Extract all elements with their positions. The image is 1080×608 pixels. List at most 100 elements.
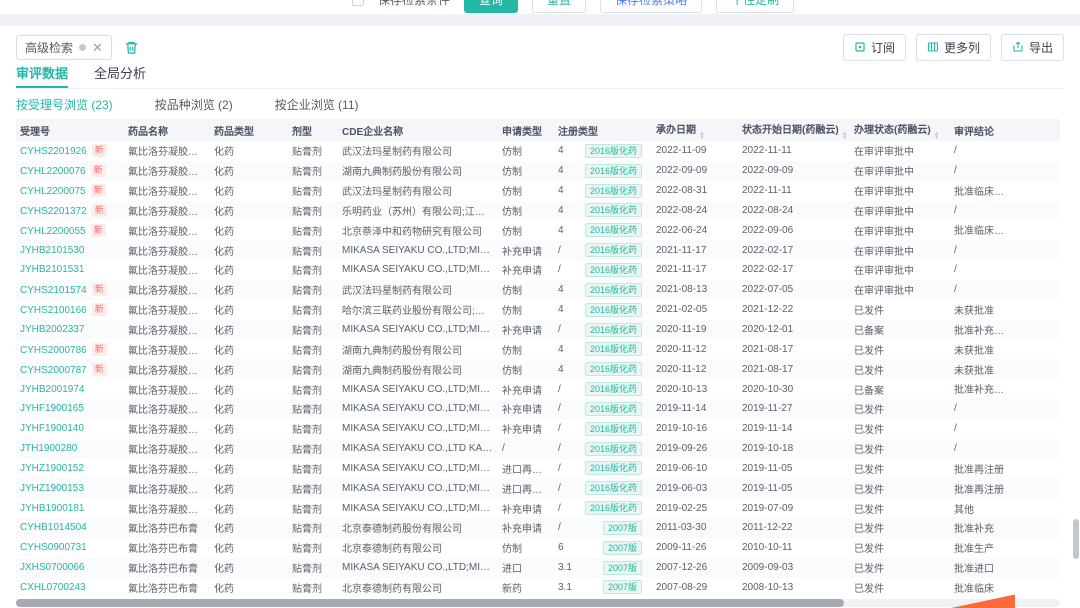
acceptance-number-link[interactable]: JYHB2101530 [20,245,85,256]
acceptance-number-link[interactable]: CYHS2100166 [20,305,87,316]
registration-version-badge: 2016版化药 [585,263,642,277]
cell-company: 北京泰德制药有限公司 [338,578,498,598]
acceptance-number-link[interactable]: CYHB1014504 [20,522,87,533]
cell-id: JTH1900280 [16,439,124,459]
registration-class: / [558,423,584,434]
table-row: CYHL2200055新氟比洛芬凝胶贴膏化药贴膏剂北京萘泽中和药物研究有限公司仿… [16,220,1060,240]
cell-dosage_form: 贴膏剂 [288,240,338,260]
customize-button[interactable]: 个性定制 [716,0,794,13]
sort-icon[interactable]: ▲▼ [699,132,705,140]
acceptance-number-link[interactable]: CYHS2000787 [20,365,87,376]
column-header-accept_date[interactable]: 承办日期▲▼ [652,119,738,141]
columns-icon [927,41,939,53]
acceptance-number-link[interactable]: JYHZ1900152 [20,463,84,474]
cell-reg_type: /2016版化药 [554,379,652,399]
cell-reg_type: /2016版化药 [554,498,652,518]
acceptance-number-link[interactable]: CYHL2200055 [20,226,86,237]
acceptance-number-link[interactable]: JXHS0700066 [20,562,85,573]
cell-apply_type: 补充申请 [498,399,554,419]
new-badge: 新 [92,144,107,157]
more-columns-button[interactable]: 更多列 [916,34,991,61]
export-button[interactable]: 导出 [1001,34,1064,61]
acceptance-number-link[interactable]: JYHB2101531 [20,264,85,275]
registration-class: / [558,483,584,494]
acceptance-number-link[interactable]: CYHS2101574 [20,285,87,296]
acceptance-number-link[interactable]: CYHS2000786 [20,345,87,356]
main-tabs: 审评数据 全局分析 [16,63,1064,89]
conclusion-badge[interactable]: 直接行政审批 [998,384,1060,397]
registration-version-badge: 2016版化药 [585,283,642,297]
cell-company: MIKASA SEIYAKU CO.,LTD;MIKASA SEIYAK... [338,419,498,439]
subtab-by-acceptance-number[interactable]: 按受理号浏览 (23) [16,96,113,116]
acceptance-number-link[interactable]: JYHB2002337 [20,324,85,335]
save-strategy-button[interactable]: 保存检索策略 [600,0,702,13]
cell-dosage_form: 贴膏剂 [288,439,338,459]
conclusion-text: 批准再注册 [954,465,1004,476]
table-row: JYHB1900181氟比洛芬凝胶贴膏化药贴膏剂MIKASA SEIYAKU C… [16,498,1060,518]
conclusion-badge[interactable]: 直接行政审批 [998,325,1060,338]
cell-drug_name: 氟比洛芬凝胶贴膏 [124,478,210,498]
cell-drug_name: 氟比洛芬凝胶贴膏 [124,181,210,201]
acceptance-number-link[interactable]: CYHL2200076 [20,166,86,177]
cell-reg_type: 42016版化药 [554,339,652,359]
sort-icon[interactable]: ▲▼ [842,132,848,140]
tab-global-analysis[interactable]: 全局分析 [94,63,146,88]
tag-close-icon[interactable]: ✕ [92,41,103,54]
registration-class: / [558,324,584,335]
acceptance-number-link[interactable]: CYHL2200075 [20,186,86,197]
cell-reg_type: /2016版化药 [554,439,652,459]
acceptance-number-link[interactable]: JTH1900280 [20,443,77,454]
toolbar: 高级检索 ✕ 订阅 更多列 [16,26,1064,59]
column-header-label: 承办日期 [656,125,696,136]
subtab-by-variety[interactable]: 按品种浏览 (2) [155,96,233,116]
cell-reg_type: /2016版化药 [554,459,652,479]
registration-version-badge: 2007版 [603,561,642,575]
save-filter-checkbox[interactable] [352,0,364,6]
registration-version-badge: 2016版化药 [585,342,642,356]
sort-icon[interactable]: ▲▼ [934,132,940,140]
tab-review-data[interactable]: 审评数据 [16,63,68,88]
cell-conclusion: 批准再注册 [950,459,1060,479]
cell-accept_date: 2019-06-10 [652,459,738,479]
advanced-search-tag[interactable]: 高级检索 ✕ [16,35,112,60]
trash-icon[interactable] [124,40,139,55]
cell-conclusion: / [950,201,1060,221]
acceptance-number-link[interactable]: JYHF1900165 [20,403,84,414]
cell-company: 湖南九典制药股份有限公司 [338,339,498,359]
cell-apply_type: 仿制 [498,359,554,379]
search-button[interactable]: 查询 [464,0,518,13]
cell-dosage_form: 贴膏剂 [288,558,338,578]
registration-class: / [558,522,584,533]
acceptance-number-link[interactable]: CYHS0900731 [20,542,87,553]
cell-reg_type: /2016版化药 [554,478,652,498]
horizontal-scrollbar-thumb[interactable] [16,599,844,607]
subscribe-button[interactable]: 订阅 [843,34,906,61]
cell-status: 已发件 [850,478,950,498]
acceptance-number-link[interactable]: JYHF1900140 [20,423,84,434]
cell-reg_type: 42016版化药 [554,359,652,379]
cell-accept_date: 2020-10-13 [652,379,738,399]
acceptance-number-link[interactable]: JYHB2001974 [20,384,85,395]
acceptance-number-link[interactable]: CYHS2201926 [20,146,87,157]
reset-button[interactable]: 重置 [532,0,586,13]
acceptance-number-link[interactable]: CXHL0700243 [20,582,86,593]
cell-reg_type: 62007版 [554,538,652,558]
cell-conclusion: / [950,439,1060,459]
cell-drug_type: 化药 [210,558,288,578]
cell-drug_type: 化药 [210,379,288,399]
cell-drug_type: 化药 [210,459,288,479]
cell-drug_type: 化药 [210,518,288,538]
registration-class: 4 [558,185,584,196]
column-header-status[interactable]: 办理状态(药融云)▲▼ [850,119,950,141]
acceptance-number-link[interactable]: JYHZ1900153 [20,483,84,494]
tag-dot-icon [79,44,86,51]
column-header-status_date[interactable]: 状态开始日期(药融云)▲▼ [738,119,850,141]
cell-company: 哈尔滨三联药业股份有限公司;兰西哈三联制药... [338,300,498,320]
acceptance-number-link[interactable]: JYHB1900181 [20,503,85,514]
subtab-by-company[interactable]: 按企业浏览 (11) [275,96,359,116]
vertical-scrollbar-thumb[interactable] [1073,519,1079,559]
conclusion-text: 批准临床 [954,226,1004,237]
registration-class: 4 [558,225,584,236]
column-header-label: 剂型 [292,127,312,138]
acceptance-number-link[interactable]: CYHS2201372 [20,206,87,217]
